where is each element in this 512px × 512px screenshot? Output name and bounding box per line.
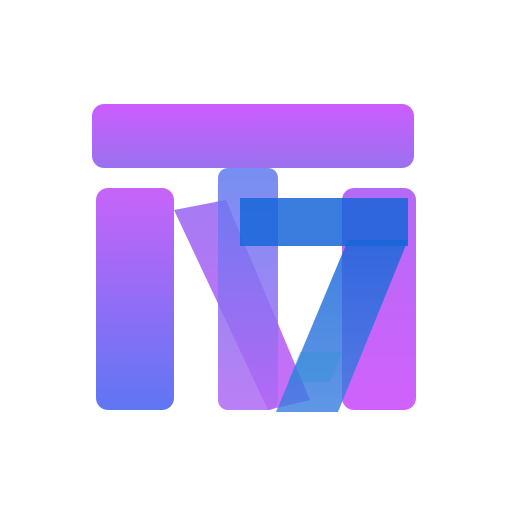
t-top-bar <box>92 104 414 168</box>
app-icon-canvas <box>0 0 512 512</box>
nt7-logo-icon <box>92 104 416 412</box>
n-left-stem <box>96 188 174 410</box>
seven-top-bar <box>240 198 408 246</box>
